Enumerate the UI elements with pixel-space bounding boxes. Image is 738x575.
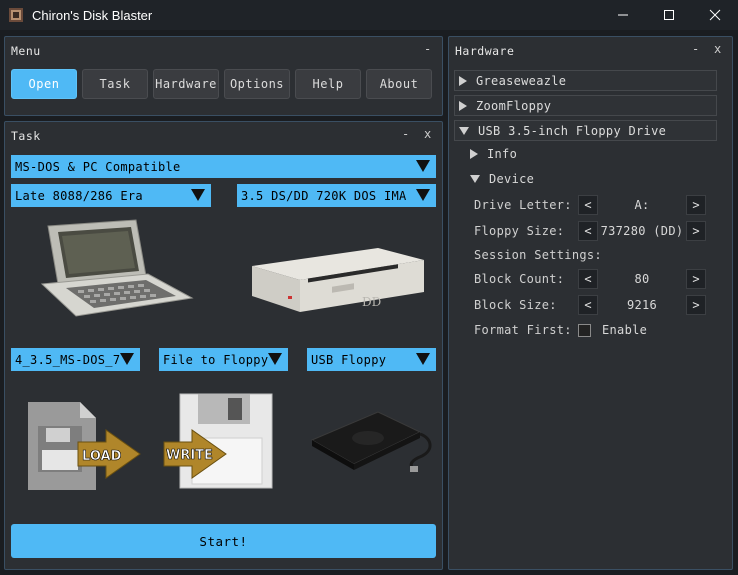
menu-panel-title: Menu: [11, 44, 41, 58]
floppy-size-increment[interactable]: >: [686, 221, 706, 241]
maximize-button[interactable]: [646, 0, 692, 30]
menu-task-button[interactable]: Task: [82, 69, 148, 99]
maximize-icon: [664, 10, 674, 20]
tree-item-label: USB 3.5-inch Floppy Drive: [478, 123, 667, 138]
session-settings-label: Session Settings:: [474, 248, 602, 262]
block-size-value: 9216: [626, 298, 658, 312]
start-button[interactable]: Start!: [11, 524, 436, 558]
close-button[interactable]: [692, 0, 738, 30]
collapse-arrow-icon: [470, 175, 480, 183]
enable-label: Enable: [602, 323, 648, 337]
format-first-label: Format First:: [474, 323, 572, 337]
platform-dropdown[interactable]: MS-DOS & PC Compatible: [11, 155, 436, 178]
chevron-down-icon: [416, 353, 430, 365]
era-dropdown[interactable]: Late 8088/286 Era: [11, 184, 211, 207]
block-size-label: Block Size:: [474, 298, 557, 312]
task-close-button[interactable]: x: [424, 127, 431, 141]
chevron-down-icon: [268, 353, 282, 365]
tree-item-usb-floppy[interactable]: USB 3.5-inch Floppy Drive: [454, 120, 717, 141]
floppy-size-value: 737280 (DD): [600, 224, 684, 238]
tree-sub-label: Info: [487, 147, 518, 161]
era-value: Late 8088/286 Era: [15, 188, 143, 203]
menu-options-button[interactable]: Options: [224, 69, 290, 99]
tree-item-label: ZoomFloppy: [476, 98, 552, 113]
platform-value: MS-DOS & PC Compatible: [15, 159, 181, 174]
svg-text:DD: DD: [362, 295, 381, 309]
block-count-label: Block Count:: [474, 272, 565, 286]
minimize-icon: [618, 14, 628, 16]
chevron-down-icon: [120, 353, 134, 365]
drive-letter-label: Drive Letter:: [474, 198, 572, 212]
format-value: 3.5 DS/DD 720K DOS IMA: [241, 188, 407, 203]
menu-help-button[interactable]: Help: [295, 69, 361, 99]
image-dropdown[interactable]: 4_3.5_MS-DOS_7: [11, 348, 140, 371]
device-dropdown[interactable]: USB Floppy: [307, 348, 436, 371]
drive-letter-increment[interactable]: >: [686, 195, 706, 215]
tree-sub-label: Device: [489, 172, 535, 186]
write-icon[interactable]: WRITE: [162, 390, 280, 492]
tree-item-zoomfloppy[interactable]: ZoomFloppy: [454, 95, 717, 116]
task-collapse-button[interactable]: -: [402, 127, 409, 141]
minimize-button[interactable]: [600, 0, 646, 30]
block-size-increment[interactable]: >: [686, 295, 706, 315]
hardware-collapse-button[interactable]: -: [692, 42, 699, 56]
block-count-increment[interactable]: >: [686, 269, 706, 289]
window-title: Chiron's Disk Blaster: [32, 7, 153, 23]
tree-sub-device[interactable]: Device: [470, 172, 534, 186]
format-first-checkbox[interactable]: [578, 324, 591, 337]
block-count-decrement[interactable]: <: [578, 269, 598, 289]
menu-open-button[interactable]: Open: [11, 69, 77, 99]
menu-collapse-button[interactable]: -: [424, 42, 431, 56]
chevron-down-icon: [416, 160, 430, 172]
floppy-drive-image: DD: [252, 248, 424, 312]
usb-floppy-image: [310, 411, 432, 472]
app-icon: [9, 8, 23, 22]
tree-item-label: Greaseweazle: [476, 73, 567, 88]
hardware-panel-title: Hardware: [455, 44, 515, 58]
operation-dropdown[interactable]: File to Floppy: [159, 348, 288, 371]
expand-arrow-icon: [470, 149, 478, 159]
floppy-size-decrement[interactable]: <: [578, 221, 598, 241]
chevron-down-icon: [191, 189, 205, 201]
drive-letter-decrement[interactable]: <: [578, 195, 598, 215]
load-label: LOAD: [82, 449, 122, 464]
operation-value: File to Floppy: [163, 352, 269, 367]
floppy-size-label: Floppy Size:: [474, 224, 565, 238]
tree-item-greaseweazle[interactable]: Greaseweazle: [454, 70, 717, 91]
load-icon[interactable]: LOAD: [24, 398, 142, 494]
expand-arrow-icon: [459, 75, 467, 86]
menu-hardware-button[interactable]: Hardware: [153, 69, 219, 99]
block-count-value: 80: [634, 272, 650, 286]
format-dropdown[interactable]: 3.5 DS/DD 720K DOS IMA: [237, 184, 436, 207]
tree-sub-info[interactable]: Info: [470, 147, 517, 161]
drive-letter-value: A:: [634, 198, 650, 212]
device-value: USB Floppy: [311, 352, 387, 367]
menu-about-button[interactable]: About: [366, 69, 432, 99]
chevron-down-icon: [416, 189, 430, 201]
image-value: 4_3.5_MS-DOS_7: [15, 352, 121, 367]
block-size-decrement[interactable]: <: [578, 295, 598, 315]
collapse-arrow-icon: [459, 126, 469, 135]
hardware-close-button[interactable]: x: [714, 42, 721, 56]
write-label: WRITE: [166, 448, 213, 463]
close-icon: [709, 9, 721, 21]
expand-arrow-icon: [459, 100, 467, 111]
laptop-image: [40, 219, 194, 317]
task-panel-title: Task: [11, 129, 41, 143]
